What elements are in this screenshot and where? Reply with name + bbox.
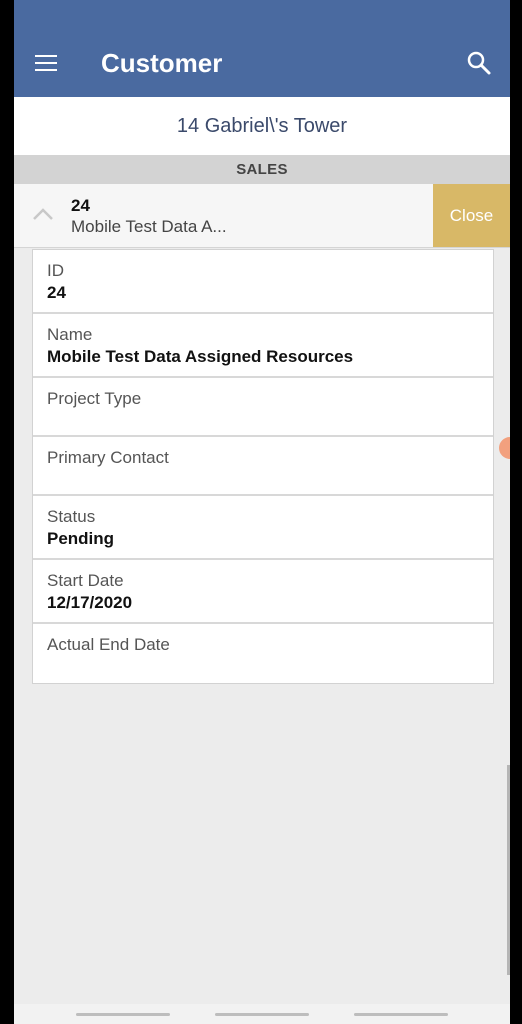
scrollbar[interactable]: [507, 765, 510, 975]
field-label: ID: [47, 261, 64, 280]
bottom-navigation-bar: [14, 1004, 510, 1024]
field-label: Name: [47, 325, 93, 344]
field-value: 12/17/2020: [47, 593, 133, 612]
field-value: Mobile Test Data Assigned Resources: [47, 347, 354, 366]
field-id: ID 24: [33, 250, 493, 314]
floating-handle[interactable]: [499, 437, 510, 459]
field-value: 24: [47, 283, 66, 302]
field-label: Primary Contact: [47, 448, 169, 467]
app-bar: Customer: [14, 0, 510, 97]
field-project-type: Project Type: [33, 378, 493, 437]
section-header-sales: SALES: [14, 155, 510, 184]
field-label: Project Type: [47, 389, 142, 408]
app-screen: Customer 14 Gabriel\'s Tower SALES 24 Mo…: [14, 0, 510, 1024]
nav-indicator: [354, 1013, 448, 1016]
hamburger-menu-icon[interactable]: [34, 52, 60, 74]
field-name: Name Mobile Test Data Assigned Resources: [33, 314, 493, 378]
field-label: Status: [47, 507, 96, 526]
page-title: Customer: [101, 48, 223, 78]
record-summary-row[interactable]: 24 Mobile Test Data A... Close: [14, 184, 510, 248]
customer-name-header: 14 Gabriel\'s Tower: [14, 97, 510, 155]
nav-indicator: [76, 1013, 170, 1016]
field-actual-end-date: Actual End Date: [33, 624, 493, 683]
chevron-up-icon[interactable]: [32, 206, 54, 222]
record-name: Mobile Test Data A...: [71, 217, 227, 236]
field-label: Start Date: [47, 571, 124, 590]
close-button[interactable]: Close: [433, 184, 510, 247]
field-status: Status Pending: [33, 496, 493, 560]
field-label: Actual End Date: [47, 635, 170, 654]
field-value: Pending: [47, 529, 115, 548]
field-start-date: Start Date 12/17/2020: [33, 560, 493, 624]
record-detail-card: ID 24 Name Mobile Test Data Assigned Res…: [32, 249, 494, 684]
search-icon[interactable]: [466, 50, 492, 76]
field-primary-contact: Primary Contact: [33, 437, 493, 496]
nav-indicator: [215, 1013, 309, 1016]
record-id: 24: [71, 196, 90, 215]
